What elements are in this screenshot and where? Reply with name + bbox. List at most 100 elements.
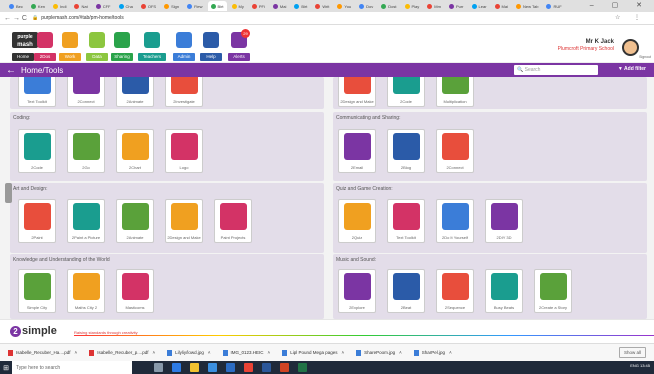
chrome-icon[interactable]	[244, 363, 253, 372]
download-item[interactable]: Isabelle_Recuber_p....pdf ˄	[89, 349, 155, 356]
tool-tile[interactable]: 2Quiz	[338, 199, 376, 243]
mail-icon[interactable]	[226, 363, 235, 372]
tool-tile[interactable]: 2Connect	[436, 129, 474, 173]
tool-tile[interactable]: 2Code	[18, 129, 56, 173]
nav-help[interactable]: Help	[200, 25, 222, 63]
browser-tab[interactable]: Dost	[378, 1, 399, 11]
browser-tab[interactable]: OFS	[138, 1, 159, 11]
back-forward-reload-icon[interactable]: ← → C	[4, 15, 27, 22]
nav-teachers[interactable]: Teachers	[138, 25, 166, 63]
browser-tab[interactable]: Mai	[270, 1, 289, 11]
browser-tab[interactable]: Fiew	[184, 1, 205, 11]
add-filter-button[interactable]: ▼ Add filter	[618, 66, 646, 72]
tool-tile[interactable]: 2Blog	[387, 129, 425, 173]
browser-tab[interactable]: Ken	[28, 1, 48, 11]
tool-tile[interactable]: 2Email	[338, 129, 376, 173]
browser-tab[interactable]: Purr	[446, 1, 467, 11]
tool-tile[interactable]: 2Design and Make	[338, 77, 376, 107]
tool-tile[interactable]: 2Paint a Picture	[67, 199, 105, 243]
download-item[interactable]: IMG_0123.HEIC ˄	[222, 349, 271, 356]
windows-start-icon[interactable]: ⊞	[0, 361, 12, 374]
tool-tile[interactable]: 2Animate	[116, 77, 154, 107]
excel-icon[interactable]	[298, 363, 307, 372]
browser-tab[interactable]: Bec	[6, 1, 26, 11]
browser-tab[interactable]: New Tab	[513, 1, 542, 11]
tool-tile[interactable]: 2Paint	[18, 199, 56, 243]
browser-tab[interactable]: PFi	[249, 1, 268, 11]
tool-tile[interactable]: 2Explore	[338, 269, 376, 313]
browser-tab[interactable]: CFF	[93, 1, 114, 11]
browser-tab[interactable]: Birt	[207, 1, 227, 11]
task-view-icon[interactable]	[154, 363, 163, 372]
store-icon[interactable]	[208, 363, 217, 372]
download-item[interactable]: Isabelle_Recuber_Ha....pdf ˄	[8, 349, 78, 356]
download-item[interactable]: Lilyliy/lowd.jpg ˄	[167, 349, 211, 356]
show-all-button[interactable]: Show all	[618, 347, 646, 358]
nav-work[interactable]: Work	[59, 25, 81, 63]
taskbar-search-input[interactable]: Type here to search	[12, 361, 132, 374]
tool-tile[interactable]: Text Toolkit	[387, 199, 425, 243]
avatar[interactable]	[622, 39, 639, 56]
tools-content[interactable]: Text Toolkit 2Connect 2Animate 2Investigate…	[0, 77, 654, 319]
browser-tab[interactable]: Sign	[161, 1, 182, 11]
side-scroll-handle[interactable]	[5, 183, 12, 203]
search-input[interactable]: 🔍 Search	[514, 65, 598, 75]
chevron-up-icon[interactable]: ˄	[341, 350, 344, 355]
tool-tile[interactable]: Logo	[165, 129, 203, 173]
chevron-up-icon[interactable]: ˄	[268, 350, 271, 355]
system-tray[interactable]: ENG 13:45	[630, 363, 650, 368]
window-controls[interactable]: – ▢ ✕	[590, 1, 650, 9]
url-text[interactable]: purplemash.com/#tab/pm-home/tools	[41, 15, 124, 21]
chevron-up-icon[interactable]: ˄	[152, 350, 155, 355]
browser-tab[interactable]: Cha	[116, 1, 136, 11]
chevron-up-icon[interactable]: ˄	[208, 350, 211, 355]
edge-icon[interactable]	[172, 363, 181, 372]
nav-data[interactable]: Data	[86, 25, 108, 63]
browser-tab[interactable]: Writ	[312, 1, 332, 11]
tool-tile[interactable]: Text Toolkit	[18, 77, 56, 107]
nav-admin[interactable]: Admin	[173, 25, 195, 63]
tool-tile[interactable]: 2Do It Yourself	[436, 199, 474, 243]
back-arrow-icon[interactable]: ←	[6, 65, 16, 76]
browser-tab[interactable]: Birt	[291, 1, 310, 11]
tool-tile[interactable]: Paint Projects	[214, 199, 252, 243]
download-item[interactable]: SharePoom.jpg ˄	[356, 349, 402, 356]
tool-tile[interactable]: Busy Beats	[485, 269, 523, 313]
download-item[interactable]: Lipl Pound Mega pages ˄	[282, 349, 344, 356]
nav-home[interactable]: Home	[12, 25, 36, 63]
browser-menu-icons[interactable]: ☆ ⋮	[615, 14, 646, 21]
tool-tile[interactable]: 2DIY 3D	[485, 199, 523, 243]
2simple-logo[interactable]: 2 simple	[10, 325, 57, 337]
tool-tile[interactable]: 2Code	[387, 77, 425, 107]
chevron-up-icon[interactable]: ˄	[75, 350, 78, 355]
browser-tab[interactable]: Nat	[71, 1, 90, 11]
signout-link[interactable]: Signout	[639, 55, 651, 59]
tool-tile[interactable]: Multiplication	[436, 77, 474, 107]
browser-tab[interactable]: Indi	[50, 1, 69, 11]
tool-tile[interactable]: 2Design and Make	[165, 199, 203, 243]
word-icon[interactable]	[262, 363, 271, 372]
tool-tile[interactable]: 2Go	[67, 129, 105, 173]
browser-tab[interactable]: Lear	[469, 1, 490, 11]
browser-tab[interactable]: You	[334, 1, 354, 11]
browser-tab[interactable]: Mm	[424, 1, 444, 11]
tool-tile[interactable]: 2Create a Story	[534, 269, 572, 313]
browser-tab[interactable]: Mai	[492, 1, 511, 11]
powerpoint-icon[interactable]	[280, 363, 289, 372]
address-bar[interactable]: ← → C 🔒 purplemash.com/#tab/pm-home/tool…	[0, 12, 654, 25]
chevron-up-icon[interactable]: ˄	[399, 350, 402, 355]
browser-tab[interactable]: Play	[402, 1, 423, 11]
nav-alerts[interactable]: Alerts 29	[228, 25, 250, 63]
browser-tab[interactable]: My	[229, 1, 247, 11]
tool-tile[interactable]: 2Sequence	[436, 269, 474, 313]
tool-tile[interactable]: 2Animate	[116, 199, 154, 243]
nav-sharing[interactable]: Sharing	[111, 25, 133, 63]
tool-tile[interactable]: 2Beat	[387, 269, 425, 313]
browser-tab[interactable]: RUF	[543, 1, 564, 11]
tool-tile[interactable]: 2Investigate	[165, 77, 203, 107]
download-item[interactable]: SharPel.jpg ˄	[413, 349, 452, 356]
tool-tile[interactable]: Masticoms	[116, 269, 154, 313]
tool-tile[interactable]: 2Chart	[116, 129, 154, 173]
file-explorer-icon[interactable]	[190, 363, 199, 372]
tool-tile[interactable]: 2Connect	[67, 77, 105, 107]
